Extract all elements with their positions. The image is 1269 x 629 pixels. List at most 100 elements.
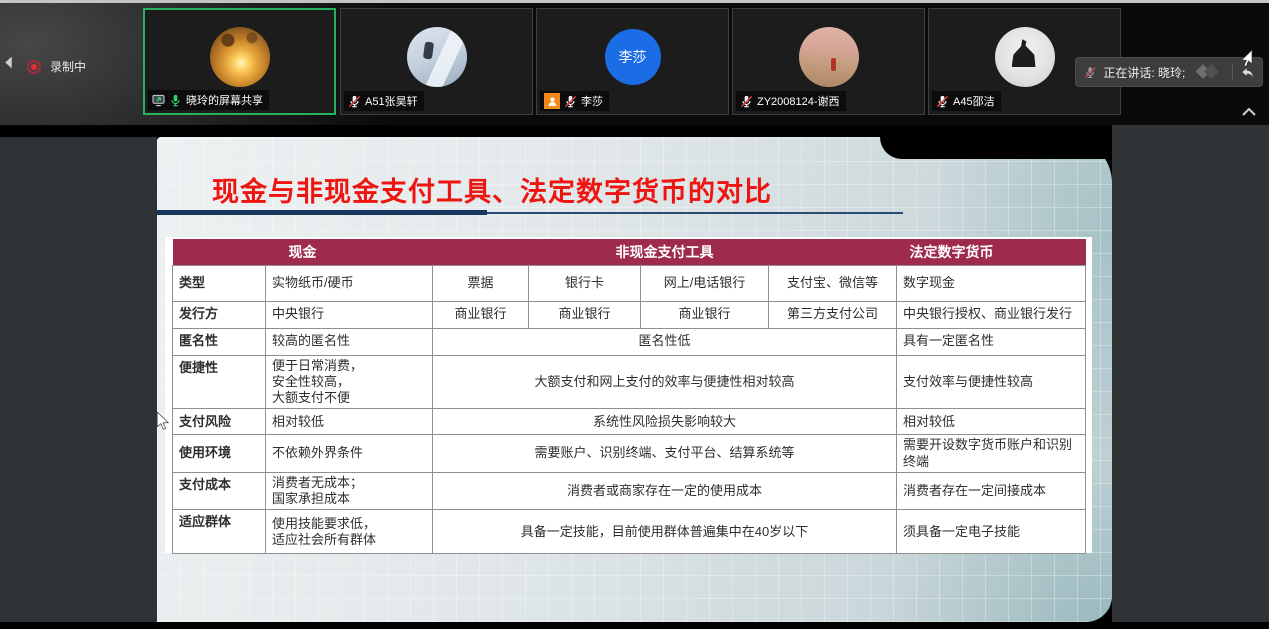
screen-share-icon bbox=[152, 94, 165, 107]
screen-share-area: 现金与非现金支付工具、法定数字货币的对比 现金 非现金支付工具 法定数字货币 bbox=[0, 125, 1269, 622]
divider bbox=[1232, 64, 1233, 80]
bottom-black-bar bbox=[0, 622, 1269, 629]
table-cell: 相对较低 bbox=[897, 409, 1086, 435]
table-cell: 消费者无成本； 国家承担成本 bbox=[266, 472, 433, 510]
title-underline-thin bbox=[487, 212, 903, 214]
mic-on-icon bbox=[169, 94, 182, 107]
speaking-toolbar: 正在讲话: 晓玲; bbox=[1075, 57, 1263, 87]
mic-muted-icon bbox=[1084, 66, 1096, 79]
header-cash: 现金 bbox=[173, 239, 433, 265]
table-row: 使用环境 不依赖外界条件 需要账户、识别终端、支付平台、结算系统等 需要开设数字… bbox=[173, 435, 1086, 473]
header-cbdc: 法定数字货币 bbox=[897, 239, 1086, 265]
name-badge: 李莎 bbox=[540, 91, 609, 111]
name-badge: A51张昊轩 bbox=[344, 91, 424, 111]
participant-name: ZY2008124-谢西 bbox=[757, 93, 840, 109]
table-cell: 系统性风险损失影响较大 bbox=[433, 409, 897, 435]
speaking-status: 正在讲话: 晓玲; bbox=[1103, 64, 1185, 81]
table-row: 适应群体 使用技能要求低， 适应社会所有群体 具备一定技能，目前使用群体普遍集中… bbox=[173, 510, 1086, 554]
participant-name: A51张昊轩 bbox=[365, 93, 418, 109]
person-badge-icon bbox=[544, 93, 560, 109]
avatar bbox=[407, 27, 467, 87]
table-cell: 银行卡 bbox=[529, 265, 641, 301]
row-label: 适应群体 bbox=[173, 510, 266, 554]
row-label: 支付风险 bbox=[173, 409, 266, 435]
title-underline-thick bbox=[157, 210, 487, 215]
recording-label: 录制中 bbox=[50, 58, 86, 75]
mic-muted-icon bbox=[740, 95, 753, 108]
table-cell: 第三方支付公司 bbox=[769, 301, 897, 328]
name-badge: A45邵洁 bbox=[932, 91, 1001, 111]
shared-slide: 现金与非现金支付工具、法定数字货币的对比 现金 非现金支付工具 法定数字货币 bbox=[157, 125, 1112, 622]
table-cell: 消费者存在一定间接成本 bbox=[897, 472, 1086, 510]
table-cell: 匿名性低 bbox=[433, 328, 897, 355]
table-cell: 须具备一定电子技能 bbox=[897, 510, 1086, 554]
left-triangle-icon bbox=[2, 56, 15, 69]
header-noncash: 非现金支付工具 bbox=[433, 239, 897, 265]
table-cell: 需要账户、识别终端、支付平台、结算系统等 bbox=[433, 435, 897, 473]
comparison-table: 现金 非现金支付工具 法定数字货币 类型 实物纸币/硬币 票据 银行卡 网上/电… bbox=[172, 239, 1086, 554]
app-logo-icon bbox=[1192, 62, 1224, 82]
table-cell: 使用技能要求低， 适应社会所有群体 bbox=[266, 510, 433, 554]
video-tile-4[interactable]: ZY2008124-谢西 bbox=[732, 8, 925, 115]
table-cell: 支付效率与便捷性较高 bbox=[897, 355, 1086, 409]
mic-muted-icon bbox=[936, 95, 949, 108]
table-cell: 大额支付和网上支付的效率与便捷性相对较高 bbox=[433, 355, 897, 409]
participant-name: A45邵洁 bbox=[953, 93, 995, 109]
table-cell: 便于日常消费， 安全性较高， 大额支付不便 bbox=[266, 355, 433, 409]
slide-folder-notch bbox=[880, 137, 1112, 159]
table-panel: 现金 非现金支付工具 法定数字货币 类型 实物纸币/硬币 票据 银行卡 网上/电… bbox=[165, 237, 1092, 553]
reply-arrow-icon[interactable] bbox=[1240, 65, 1254, 80]
table-cell: 相对较低 bbox=[266, 409, 433, 435]
video-tile-1[interactable]: 晓玲的屏幕共享 bbox=[143, 8, 336, 115]
mic-muted-icon bbox=[348, 95, 361, 108]
table-header-row: 现金 非现金支付工具 法定数字货币 bbox=[173, 239, 1086, 265]
row-label: 支付成本 bbox=[173, 472, 266, 510]
video-tile-3[interactable]: 李莎 李莎 bbox=[536, 8, 729, 115]
table-row: 支付成本 消费者无成本； 国家承担成本 消费者或商家存在一定的使用成本 消费者存… bbox=[173, 472, 1086, 510]
table-row: 匿名性 较高的匿名性 匿名性低 具有一定匿名性 bbox=[173, 328, 1086, 355]
name-badge: 晓玲的屏幕共享 bbox=[148, 90, 269, 110]
meeting-window: 录制中 晓玲的屏幕共享 bbox=[0, 0, 1269, 629]
table-cell: 具有一定匿名性 bbox=[897, 328, 1086, 355]
table-cell: 网上/电话银行 bbox=[641, 265, 769, 301]
name-badge: ZY2008124-谢西 bbox=[736, 91, 846, 111]
table-cell: 商业银行 bbox=[433, 301, 529, 328]
table-cell: 需要开设数字货币账户和识别终端 bbox=[897, 435, 1086, 473]
table-row: 类型 实物纸币/硬币 票据 银行卡 网上/电话银行 支付宝、微信等 数字现金 bbox=[173, 265, 1086, 301]
row-label: 匿名性 bbox=[173, 328, 266, 355]
participant-name: 李莎 bbox=[581, 93, 603, 109]
avatar: 李莎 bbox=[605, 29, 661, 85]
recording-indicator: 录制中 bbox=[27, 58, 86, 75]
table-cell: 支付宝、微信等 bbox=[769, 265, 897, 301]
table-cell: 具备一定技能，目前使用群体普遍集中在40岁以下 bbox=[433, 510, 897, 554]
row-label: 便捷性 bbox=[173, 355, 266, 409]
person-icon bbox=[547, 96, 558, 107]
slide-title: 现金与非现金支付工具、法定数字货币的对比 bbox=[212, 170, 772, 209]
table-cell: 中央银行 bbox=[266, 301, 433, 328]
row-label: 发行方 bbox=[173, 301, 266, 328]
table-row: 便捷性 便于日常消费， 安全性较高， 大额支付不便 大额支付和网上支付的效率与便… bbox=[173, 355, 1086, 409]
chevron-up-icon[interactable] bbox=[1240, 105, 1258, 119]
table-row: 发行方 中央银行 商业银行 商业银行 商业银行 第三方支付公司 中央银行授权、商… bbox=[173, 301, 1086, 328]
mic-muted-icon bbox=[564, 95, 577, 108]
record-icon bbox=[27, 60, 41, 74]
table-cell: 不依赖外界条件 bbox=[266, 435, 433, 473]
table-cell: 票据 bbox=[433, 265, 529, 301]
table-cell: 商业银行 bbox=[641, 301, 769, 328]
avatar bbox=[210, 27, 270, 87]
table-cell: 中央银行授权、商业银行发行 bbox=[897, 301, 1086, 328]
table-cell: 消费者或商家存在一定的使用成本 bbox=[433, 472, 897, 510]
participant-strip: 录制中 晓玲的屏幕共享 bbox=[0, 3, 1269, 125]
row-label: 类型 bbox=[173, 265, 266, 301]
table-cell: 商业银行 bbox=[529, 301, 641, 328]
table-cell: 数字现金 bbox=[897, 265, 1086, 301]
avatar bbox=[799, 27, 859, 87]
participant-name: 晓玲的屏幕共享 bbox=[186, 92, 263, 108]
avatar bbox=[995, 27, 1055, 87]
table-cell: 较高的匿名性 bbox=[266, 328, 433, 355]
collapse-strip-left-button[interactable] bbox=[2, 56, 16, 76]
table-row: 支付风险 相对较低 系统性风险损失影响较大 相对较低 bbox=[173, 409, 1086, 435]
table-cell: 实物纸币/硬币 bbox=[266, 265, 433, 301]
video-tile-2[interactable]: A51张昊轩 bbox=[340, 8, 533, 115]
row-label: 使用环境 bbox=[173, 435, 266, 473]
